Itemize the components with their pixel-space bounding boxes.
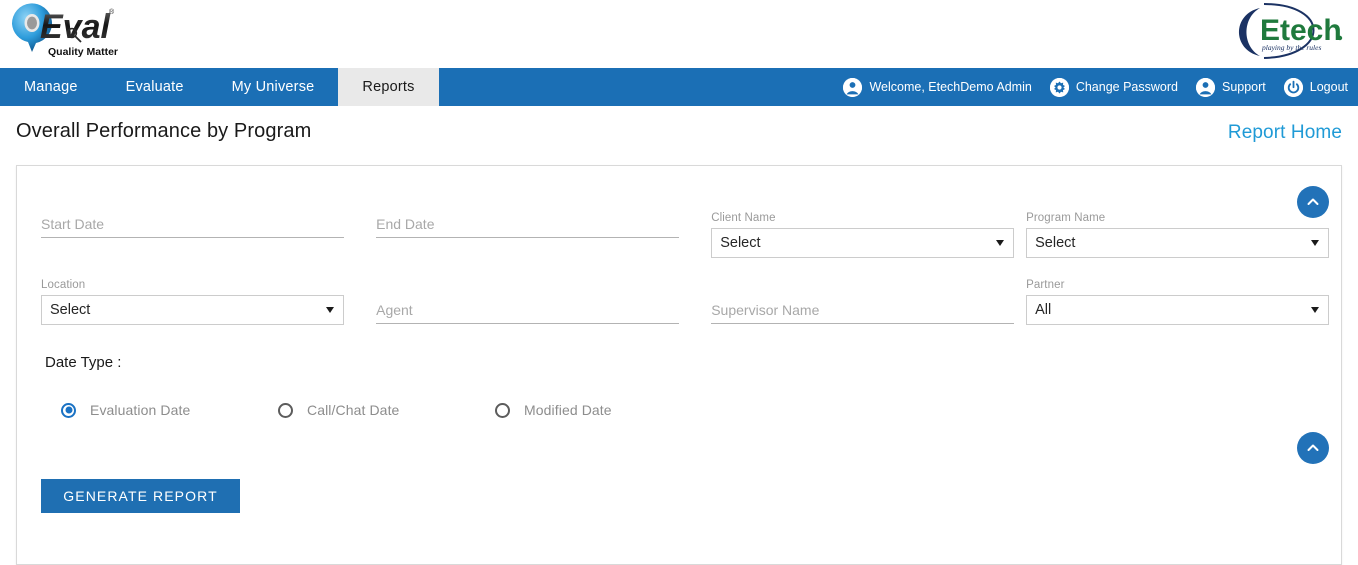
chevron-up-icon (1305, 440, 1321, 456)
program-name-label: Program Name (1026, 212, 1106, 224)
generate-report-button[interactable]: GENERATE REPORT (41, 479, 240, 513)
radio-label: Call/Chat Date (307, 402, 400, 418)
agent-input[interactable] (376, 298, 680, 324)
start-date-input[interactable] (41, 212, 344, 238)
partner-field-group: Partner All (1026, 279, 1341, 331)
nav-utility-items: Welcome, EtechDemo Admin Change Password (843, 68, 1348, 106)
nav-item-label: Reports (362, 79, 415, 95)
chevron-down-icon (1311, 240, 1320, 246)
nav-primary-items: Manage Evaluate My Universe Reports (0, 68, 439, 106)
chevron-down-icon (996, 240, 1005, 246)
change-password-label: Change Password (1075, 80, 1178, 94)
svg-text:®: ® (109, 8, 115, 16)
svg-text:Eval: Eval (40, 8, 111, 46)
etech-logo: Etech playing by the rules (1230, 0, 1350, 64)
welcome-user-label: Welcome, EtechDemo Admin (869, 80, 1032, 94)
power-icon (1283, 77, 1303, 97)
chevron-down-icon (1311, 307, 1320, 313)
user-icon (843, 77, 863, 97)
client-name-label: Client Name (711, 212, 776, 224)
radio-indicator (278, 402, 293, 418)
location-field-group: Location Select (41, 279, 376, 331)
user-icon (1195, 77, 1215, 97)
nav-item-manage[interactable]: Manage (0, 68, 102, 106)
program-name-select[interactable]: Select (1026, 228, 1330, 258)
agent-field-group (376, 279, 711, 331)
nav-item-label: My Universe (231, 79, 315, 95)
welcome-user[interactable]: Welcome, EtechDemo Admin (843, 77, 1032, 97)
radio-indicator (61, 402, 76, 418)
support-button[interactable]: Support (1195, 77, 1266, 97)
radio-modified-date[interactable]: Modified Date (479, 402, 696, 418)
qeval-logo: Eval ® Quality Matters (10, 2, 118, 60)
location-value: Select (50, 302, 91, 318)
nav-item-evaluate[interactable]: Evaluate (102, 68, 208, 106)
nav-item-reports[interactable]: Reports (338, 68, 439, 106)
client-name-field-group: Client Name Select (711, 212, 1026, 264)
partner-value: All (1035, 302, 1052, 318)
svg-text:playing by the rules: playing by the rules (1261, 43, 1321, 52)
change-password-button[interactable]: Change Password (1049, 77, 1178, 97)
support-label: Support (1221, 80, 1266, 94)
radio-label: Modified Date (524, 402, 612, 418)
chevron-up-icon (1305, 194, 1321, 210)
report-filter-panel: Client Name Select Program Name Select (16, 165, 1342, 565)
date-type-radio-group: Evaluation Date Call/Chat Date Modified … (45, 402, 696, 418)
radio-call-chat-date[interactable]: Call/Chat Date (262, 402, 479, 418)
radio-evaluation-date[interactable]: Evaluation Date (45, 402, 262, 418)
scroll-up-button-bottom[interactable] (1297, 432, 1329, 464)
title-bar: Overall Performance by Program Report Ho… (0, 106, 1358, 162)
filter-row-1: Client Name Select Program Name Select (17, 212, 1341, 264)
nav-item-label: Manage (24, 79, 78, 95)
nav-item-my-universe[interactable]: My Universe (208, 68, 339, 106)
date-type-label: Date Type : (45, 354, 122, 371)
main-navigation: Manage Evaluate My Universe Reports Welc… (0, 68, 1358, 106)
program-name-field-group: Program Name Select (1026, 212, 1341, 264)
filter-row-2: Location Select Agent Supervisor Name Pa… (17, 279, 1341, 331)
supervisor-name-field-group (711, 279, 1026, 331)
end-date-input[interactable] (376, 212, 680, 238)
supervisor-name-input[interactable] (711, 298, 1015, 324)
report-home-link[interactable]: Report Home (1228, 122, 1342, 144)
nav-item-label: Evaluate (125, 79, 184, 95)
gear-icon (1049, 77, 1069, 97)
logout-button[interactable]: Logout (1283, 77, 1348, 97)
radio-indicator (495, 402, 510, 418)
program-name-value: Select (1035, 235, 1076, 251)
client-name-value: Select (720, 235, 761, 251)
location-label: Location (41, 279, 86, 291)
partner-select[interactable]: All (1026, 295, 1330, 325)
svg-text:Quality Matters: Quality Matters (48, 46, 118, 58)
chevron-down-icon (326, 307, 334, 313)
location-select[interactable]: Select (41, 295, 344, 325)
page-title: Overall Performance by Program (16, 120, 312, 142)
logout-label: Logout (1309, 80, 1348, 94)
radio-label: Evaluation Date (90, 402, 191, 418)
start-date-field-group (41, 212, 376, 264)
end-date-field-group (376, 212, 711, 264)
page-header: Eval ® Quality Matters Etech playing by … (0, 0, 1358, 68)
client-name-select[interactable]: Select (711, 228, 1015, 258)
partner-label: Partner (1026, 279, 1065, 291)
